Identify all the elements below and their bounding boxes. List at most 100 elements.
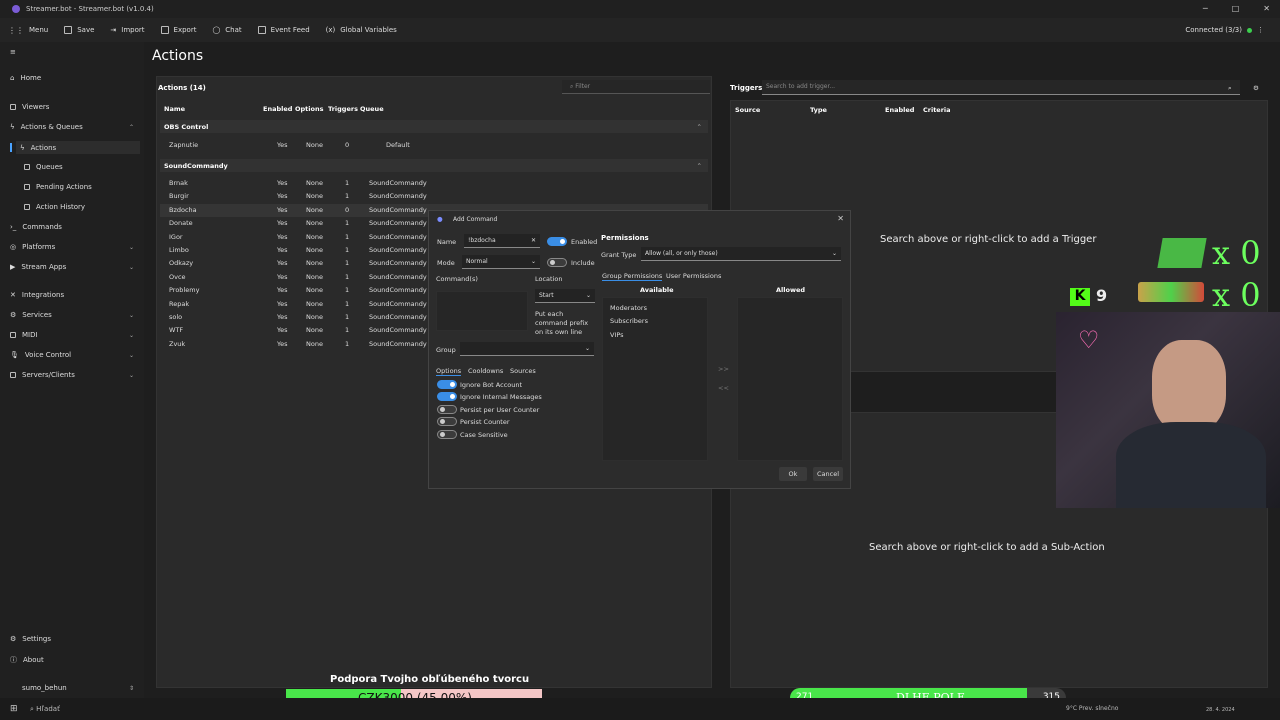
cell-name: solo bbox=[169, 313, 183, 321]
subactions-empty-message: Search above or right-click to add a Sub… bbox=[869, 542, 1105, 553]
persist-counter-toggle[interactable] bbox=[437, 417, 457, 426]
feed-icon bbox=[257, 26, 266, 34]
sidebar-item-commands[interactable]: ›_ Commands bbox=[10, 223, 138, 231]
sidebar-item-services[interactable]: ⚙ Services ⌄ bbox=[10, 311, 138, 319]
group-header[interactable]: OBS Control ⌃ bbox=[160, 120, 708, 133]
save-button[interactable]: Save bbox=[64, 26, 94, 34]
user-profile[interactable]: sumo_behun ⇕ bbox=[10, 684, 138, 692]
table-row[interactable]: Brnak Yes None 1 SoundCommandy bbox=[160, 177, 708, 190]
sidebar-item-servers-clients[interactable]: Servers/Clients ⌄ bbox=[10, 371, 138, 379]
sidebar-item-queues[interactable]: Queues bbox=[24, 163, 138, 171]
dialog-title: Add Command bbox=[453, 216, 498, 223]
tab-user-permissions[interactable]: User Permissions bbox=[666, 272, 721, 280]
sidebar-item-integrations[interactable]: ✕ Integrations bbox=[10, 291, 138, 299]
tab-cooldowns[interactable]: Cooldowns bbox=[468, 367, 503, 375]
window-title: Streamer.bot - Streamer.bot (v1.0.4) bbox=[26, 5, 154, 13]
list-item[interactable]: Moderators bbox=[610, 304, 647, 312]
sidebar-item-viewers[interactable]: Viewers bbox=[10, 103, 138, 111]
sidebar-item-about[interactable]: ⓘ About bbox=[10, 655, 138, 665]
cell-triggers: 1 bbox=[345, 313, 350, 321]
cell-name: Bzdocha bbox=[169, 205, 197, 214]
clear-icon[interactable]: ✕ bbox=[531, 237, 536, 244]
cell-triggers: 1 bbox=[345, 179, 350, 187]
search-icon[interactable]: ⌕ bbox=[1228, 84, 1232, 93]
ok-button[interactable]: Ok bbox=[779, 467, 807, 481]
available-header: Available bbox=[640, 286, 674, 294]
weather-widget[interactable]: 9°C Prev. slnečno bbox=[1066, 705, 1118, 712]
available-list[interactable]: Moderators Subscribers VIPs bbox=[602, 297, 708, 461]
commands-textarea[interactable] bbox=[436, 291, 528, 331]
sidebar-item-voice-control[interactable]: 🎙 Voice Control ⌄ bbox=[10, 351, 138, 359]
enabled-toggle[interactable] bbox=[547, 237, 567, 246]
grant-type-select[interactable]: Allow (all, or only those) ⌄ bbox=[641, 247, 841, 261]
trigger-search-input[interactable]: Search to add trigger... bbox=[762, 80, 1240, 95]
maximize-icon[interactable]: □ bbox=[1232, 4, 1240, 13]
sidebar-item-actions[interactable]: ϟ Actions bbox=[10, 141, 140, 154]
chevron-up-icon: ⌃ bbox=[128, 123, 134, 131]
sidebar-item-platforms[interactable]: ◎ Platforms ⌄ bbox=[10, 243, 138, 251]
chevron-down-icon: ⌄ bbox=[128, 263, 134, 271]
table-row[interactable]: Burgir Yes None 1 SoundCommandy bbox=[160, 190, 708, 203]
name-field[interactable]: !bzdocha ✕ bbox=[464, 234, 540, 248]
windows-start-icon[interactable]: ⊞ bbox=[10, 704, 18, 714]
connection-status[interactable]: Connected (3/3) ⋮ bbox=[1185, 26, 1264, 34]
group-select[interactable]: ⌄ bbox=[460, 342, 594, 356]
sidebar-item-action-history[interactable]: Action History bbox=[24, 203, 138, 211]
group-label: Group bbox=[436, 346, 456, 354]
case-sensitive-toggle[interactable] bbox=[437, 430, 457, 439]
sidebar-item-settings[interactable]: ⚙ Settings bbox=[10, 635, 138, 643]
sidebar-item-home[interactable]: ⌂ Home bbox=[10, 74, 138, 82]
sidebar-item-stream-apps[interactable]: ▶ Stream Apps ⌄ bbox=[10, 263, 138, 271]
list-item[interactable]: VIPs bbox=[610, 331, 624, 339]
global-variables-button[interactable]: (x) Global Variables bbox=[326, 26, 397, 34]
allowed-list[interactable] bbox=[737, 297, 843, 461]
ignore-internal-toggle[interactable] bbox=[437, 392, 457, 401]
cell-enabled: Yes bbox=[277, 313, 288, 321]
cell-queue: SoundCommandy bbox=[369, 205, 427, 214]
export-button[interactable]: Export bbox=[160, 26, 196, 34]
close-icon[interactable]: ✕ bbox=[837, 214, 844, 223]
move-left-button[interactable]: << bbox=[718, 384, 729, 392]
chevron-down-icon: ⌄ bbox=[128, 351, 134, 359]
location-select[interactable]: Start ⌄ bbox=[535, 289, 595, 303]
ignore-bot-toggle[interactable] bbox=[437, 380, 457, 389]
tab-group-permissions[interactable]: Group Permissions bbox=[602, 272, 663, 281]
chat-button[interactable]: ◯ Chat bbox=[212, 26, 241, 34]
tab-options[interactable]: Options bbox=[436, 367, 462, 376]
cell-queue: SoundCommandy bbox=[369, 246, 427, 254]
menu-button[interactable]: ⋮⋮ Menu bbox=[8, 26, 48, 35]
cell-triggers: 1 bbox=[345, 326, 350, 335]
close-icon[interactable]: ✕ bbox=[1263, 4, 1270, 13]
tab-sources[interactable]: Sources bbox=[510, 367, 536, 375]
import-button[interactable]: ⇥ Import bbox=[110, 26, 144, 34]
command-hint: Put each command prefix on its own line bbox=[535, 310, 589, 336]
clock-date[interactable]: 28. 4. 2024 bbox=[1206, 707, 1235, 713]
lightning-icon: ϟ bbox=[20, 143, 25, 152]
settings-icon[interactable]: ⚙ bbox=[1253, 84, 1259, 92]
counter-2: x 0 bbox=[1212, 276, 1261, 314]
cell-options: None bbox=[306, 219, 323, 228]
sidebar-item-midi[interactable]: MIDI ⌄ bbox=[10, 331, 138, 339]
kick-logo-icon: K bbox=[1070, 288, 1090, 306]
chevron-down-icon: ⌄ bbox=[585, 292, 591, 299]
cell-queue: SoundCommandy bbox=[369, 286, 427, 295]
pending-icon bbox=[24, 184, 30, 190]
list-item[interactable]: Subscribers bbox=[610, 317, 648, 325]
cancel-button[interactable]: Cancel bbox=[813, 467, 843, 481]
sidebar-toggle[interactable]: ≡ bbox=[10, 48, 138, 56]
filter-input[interactable]: ⌕ Filter bbox=[562, 80, 710, 94]
persist-user-toggle[interactable] bbox=[437, 405, 457, 414]
group-header[interactable]: SoundCommandy ⌃ bbox=[160, 159, 708, 172]
move-right-button[interactable]: >> bbox=[718, 365, 729, 373]
mode-select[interactable]: Normal ⌄ bbox=[462, 255, 540, 269]
sidebar-item-pending-actions[interactable]: Pending Actions bbox=[24, 183, 138, 191]
sidebar: ≡ ⌂ Home Viewers ϟ Actions & Queues ⌃ ϟ Acti… bbox=[0, 42, 144, 698]
table-row[interactable]: Zapnutie Yes None 0 Default bbox=[160, 139, 708, 152]
event-feed-button[interactable]: Event Feed bbox=[257, 26, 310, 34]
cell-queue: SoundCommandy bbox=[369, 259, 427, 268]
cell-triggers: 1 bbox=[345, 219, 350, 228]
taskbar-search[interactable]: ⌕ Hľadať bbox=[30, 705, 60, 714]
sidebar-item-actions-queues[interactable]: ϟ Actions & Queues ⌃ bbox=[10, 123, 138, 131]
minimize-icon[interactable]: ─ bbox=[1203, 4, 1208, 13]
include-toggle[interactable] bbox=[547, 258, 567, 267]
